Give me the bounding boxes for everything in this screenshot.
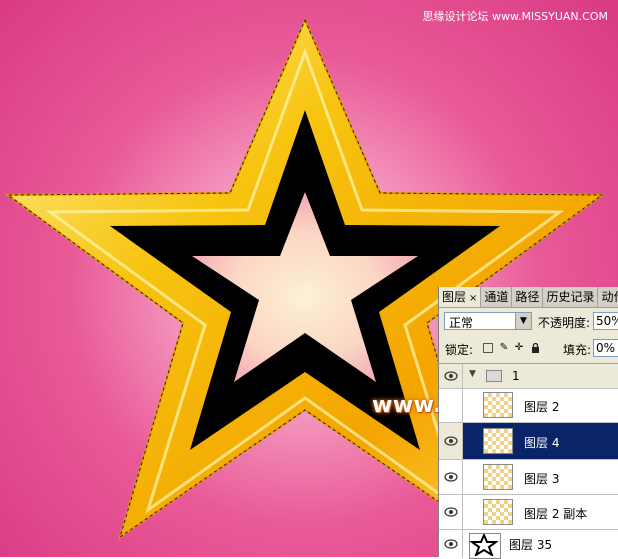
blend-row: 正常 ▼ 不透明度: 50%	[439, 311, 618, 333]
tab-history[interactable]: 历史记录	[543, 287, 599, 307]
folder-icon	[486, 370, 502, 382]
site-watermark-top: 思缘设计论坛 www.MISSYUAN.COM	[422, 10, 608, 23]
visibility-toggle[interactable]	[439, 495, 463, 529]
visibility-toggle[interactable]	[439, 530, 463, 558]
tab-paths[interactable]: 路径	[512, 287, 544, 307]
chevron-down-icon[interactable]: ▼	[515, 313, 531, 329]
close-icon[interactable]: ×	[469, 293, 477, 304]
visibility-toggle[interactable]	[439, 389, 463, 422]
layer-name: 图层 35	[509, 538, 553, 552]
lock-row: 锁定: ✎ ✛ 填充: 0%	[439, 337, 618, 359]
opacity-input[interactable]: 50%	[593, 312, 618, 330]
visibility-toggle[interactable]	[439, 364, 463, 388]
layer-name: 图层 3	[524, 472, 560, 486]
layer-row[interactable]: 图层 35	[439, 530, 618, 559]
layer-name: 1	[512, 369, 520, 383]
blend-mode-select[interactable]: 正常 ▼	[444, 312, 532, 330]
fill-input[interactable]: 0%	[593, 339, 618, 357]
layer-name: 图层 4	[524, 436, 560, 450]
layers-list: ▼ 1 图层 2 图层 4 图层 3 图层 2 副本 图层 35	[439, 363, 618, 559]
lock-move-icon[interactable]: ✛	[514, 343, 524, 353]
layer-thumbnail	[468, 532, 501, 559]
lock-all-icon[interactable]	[530, 342, 540, 353]
visibility-toggle[interactable]	[439, 423, 463, 459]
tab-label: 图层	[442, 290, 467, 304]
lock-transparent-icon[interactable]	[483, 343, 493, 353]
layer-row[interactable]: 图层 2 副本	[439, 495, 618, 530]
eye-icon	[444, 539, 458, 549]
visibility-toggle[interactable]	[439, 460, 463, 494]
layer-thumbnail	[483, 428, 513, 454]
star-icon	[468, 532, 500, 558]
layer-name: 图层 2 副本	[524, 507, 588, 521]
layer-thumbnail	[483, 464, 513, 490]
tab-layers[interactable]: 图层 ×	[439, 287, 482, 307]
fill-label: 填充:	[563, 343, 592, 357]
layer-name: 图层 2	[524, 400, 560, 414]
layer-group-row[interactable]: ▼ 1	[439, 364, 618, 389]
eye-icon	[444, 472, 458, 482]
opacity-label: 不透明度:	[538, 316, 591, 330]
layer-row[interactable]: 图层 2	[439, 389, 618, 423]
expand-triangle-icon[interactable]: ▼	[469, 369, 476, 379]
lock-label: 锁定:	[445, 343, 474, 357]
eye-icon	[444, 507, 458, 517]
panel-tabs: 图层× 通道 路径 历史记录 动作	[439, 287, 618, 308]
lock-brush-icon[interactable]: ✎	[499, 343, 509, 353]
layers-panel: 图层× 通道 路径 历史记录 动作 正常 ▼ 不透明度: 50% 锁定: ✎ ✛…	[438, 287, 618, 559]
layer-row-selected[interactable]: 图层 4	[439, 423, 618, 460]
tab-channels[interactable]: 通道	[481, 287, 513, 307]
eye-icon	[444, 436, 458, 446]
tab-actions[interactable]: 动作	[598, 287, 618, 307]
eye-icon	[444, 371, 458, 381]
layer-thumbnail	[483, 499, 513, 525]
blend-mode-value: 正常	[449, 316, 474, 330]
layer-row[interactable]: 图层 3	[439, 460, 618, 495]
layer-thumbnail	[483, 392, 513, 418]
